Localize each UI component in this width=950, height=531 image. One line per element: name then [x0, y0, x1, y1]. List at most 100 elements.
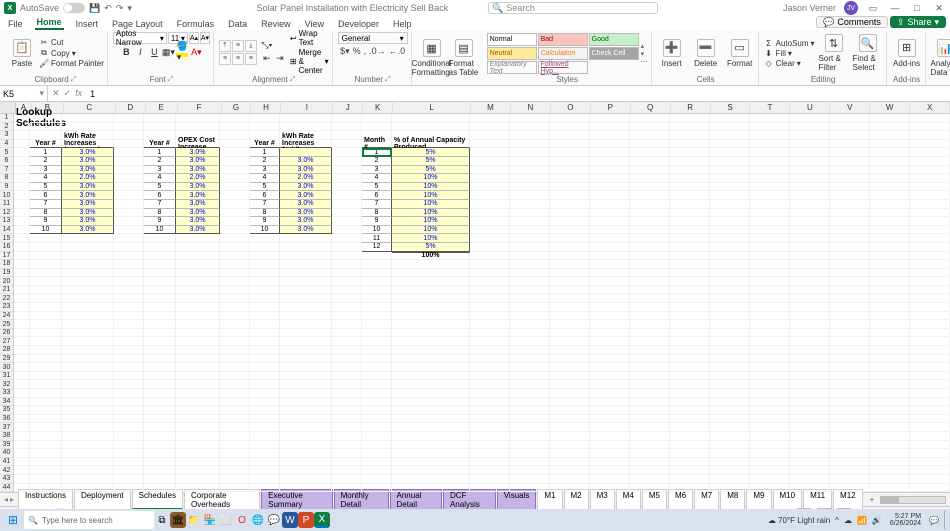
row-header[interactable]: 1 [0, 114, 13, 123]
cell[interactable] [550, 355, 590, 364]
taskbar-search[interactable]: 🔍Type here to search [24, 511, 154, 529]
cell[interactable]: 10% [392, 200, 470, 209]
cell[interactable] [470, 260, 510, 269]
cell[interactable] [114, 131, 144, 140]
cell[interactable] [470, 312, 510, 321]
cell[interactable] [550, 148, 590, 157]
cell[interactable] [220, 166, 250, 175]
cell[interactable] [144, 346, 176, 355]
cell[interactable] [870, 466, 910, 475]
cell[interactable]: 7 [362, 200, 392, 209]
cell[interactable]: 3 [30, 166, 62, 175]
cell[interactable] [332, 406, 362, 415]
save-icon[interactable]: 💾 [89, 3, 100, 14]
cell[interactable] [670, 294, 710, 303]
cell[interactable] [710, 312, 750, 321]
sheet-tab-monthly-detail[interactable]: Monthly Detail [334, 489, 389, 510]
cell[interactable] [750, 389, 790, 398]
cell[interactable] [280, 484, 332, 492]
cell[interactable] [14, 131, 30, 140]
cell[interactable] [790, 277, 830, 286]
cell[interactable] [14, 320, 30, 329]
cell[interactable] [870, 303, 910, 312]
cell[interactable] [750, 234, 790, 243]
cell[interactable] [790, 466, 830, 475]
cell[interactable] [114, 355, 144, 364]
cell[interactable] [670, 140, 710, 149]
font-color-button[interactable]: A▾ [190, 46, 202, 58]
cell[interactable] [550, 260, 590, 269]
column-header[interactable]: L [393, 102, 471, 113]
cell[interactable] [870, 140, 910, 149]
cell[interactable] [750, 312, 790, 321]
cell[interactable] [590, 166, 630, 175]
cell[interactable] [114, 140, 144, 149]
cell[interactable] [830, 148, 870, 157]
cell[interactable] [590, 131, 630, 140]
cell[interactable] [670, 406, 710, 415]
cell[interactable] [750, 191, 790, 200]
cell[interactable] [830, 406, 870, 415]
cell[interactable] [220, 441, 250, 450]
cell[interactable] [630, 294, 670, 303]
cell[interactable] [910, 363, 950, 372]
cell[interactable] [220, 252, 250, 261]
sheet-tab-m7[interactable]: M7 [694, 489, 719, 510]
cell[interactable] [470, 406, 510, 415]
cell[interactable] [250, 243, 280, 252]
cell[interactable] [550, 423, 590, 432]
cell[interactable] [590, 372, 630, 381]
cell[interactable] [62, 432, 114, 441]
cell[interactable] [176, 484, 220, 492]
cell[interactable] [362, 363, 392, 372]
cell[interactable] [280, 243, 332, 252]
cell[interactable] [114, 209, 144, 218]
cell[interactable] [710, 226, 750, 235]
cell[interactable] [590, 200, 630, 209]
cell[interactable] [392, 277, 470, 286]
cell[interactable] [470, 466, 510, 475]
cell[interactable] [910, 183, 950, 192]
cell[interactable]: kWh Rate Increases (customer) [62, 140, 114, 149]
cell[interactable] [510, 423, 550, 432]
cell[interactable] [62, 286, 114, 295]
cell[interactable] [870, 441, 910, 450]
cell[interactable] [176, 389, 220, 398]
cell[interactable]: 10 [362, 226, 392, 235]
cell[interactable] [220, 484, 250, 492]
cell[interactable] [910, 320, 950, 329]
system-clock[interactable]: 5:27 PM6/26/2024 [887, 513, 924, 527]
cell[interactable] [750, 226, 790, 235]
cell[interactable] [250, 466, 280, 475]
cell[interactable] [250, 234, 280, 243]
tab-insert[interactable]: Insert [74, 18, 101, 30]
cell[interactable] [250, 355, 280, 364]
taskbar-app-3[interactable]: 🏪 [202, 512, 218, 528]
cell[interactable] [590, 329, 630, 338]
cell[interactable] [590, 234, 630, 243]
cell[interactable] [176, 372, 220, 381]
percent-button[interactable]: % [353, 46, 361, 57]
style-up-button[interactable]: ▴ [641, 42, 648, 50]
row-header[interactable]: 11 [0, 200, 13, 209]
cell[interactable] [870, 380, 910, 389]
cell[interactable] [510, 372, 550, 381]
cell[interactable] [62, 475, 114, 484]
cell[interactable] [550, 226, 590, 235]
cell[interactable] [392, 372, 470, 381]
cell[interactable]: 5 [144, 183, 176, 192]
sheet-next-icon[interactable]: ▸ [10, 495, 14, 504]
cell[interactable] [220, 355, 250, 364]
cell[interactable] [332, 191, 362, 200]
cell[interactable] [630, 140, 670, 149]
cell[interactable] [362, 114, 392, 123]
cell[interactable] [910, 252, 950, 261]
cell[interactable] [590, 252, 630, 261]
cell[interactable] [332, 415, 362, 424]
cell[interactable] [62, 423, 114, 432]
row-header[interactable]: 43 [0, 475, 13, 484]
global-search-input[interactable]: 🔍 Search [488, 2, 658, 14]
cell[interactable] [332, 363, 362, 372]
cell[interactable] [14, 389, 30, 398]
cell[interactable] [220, 449, 250, 458]
